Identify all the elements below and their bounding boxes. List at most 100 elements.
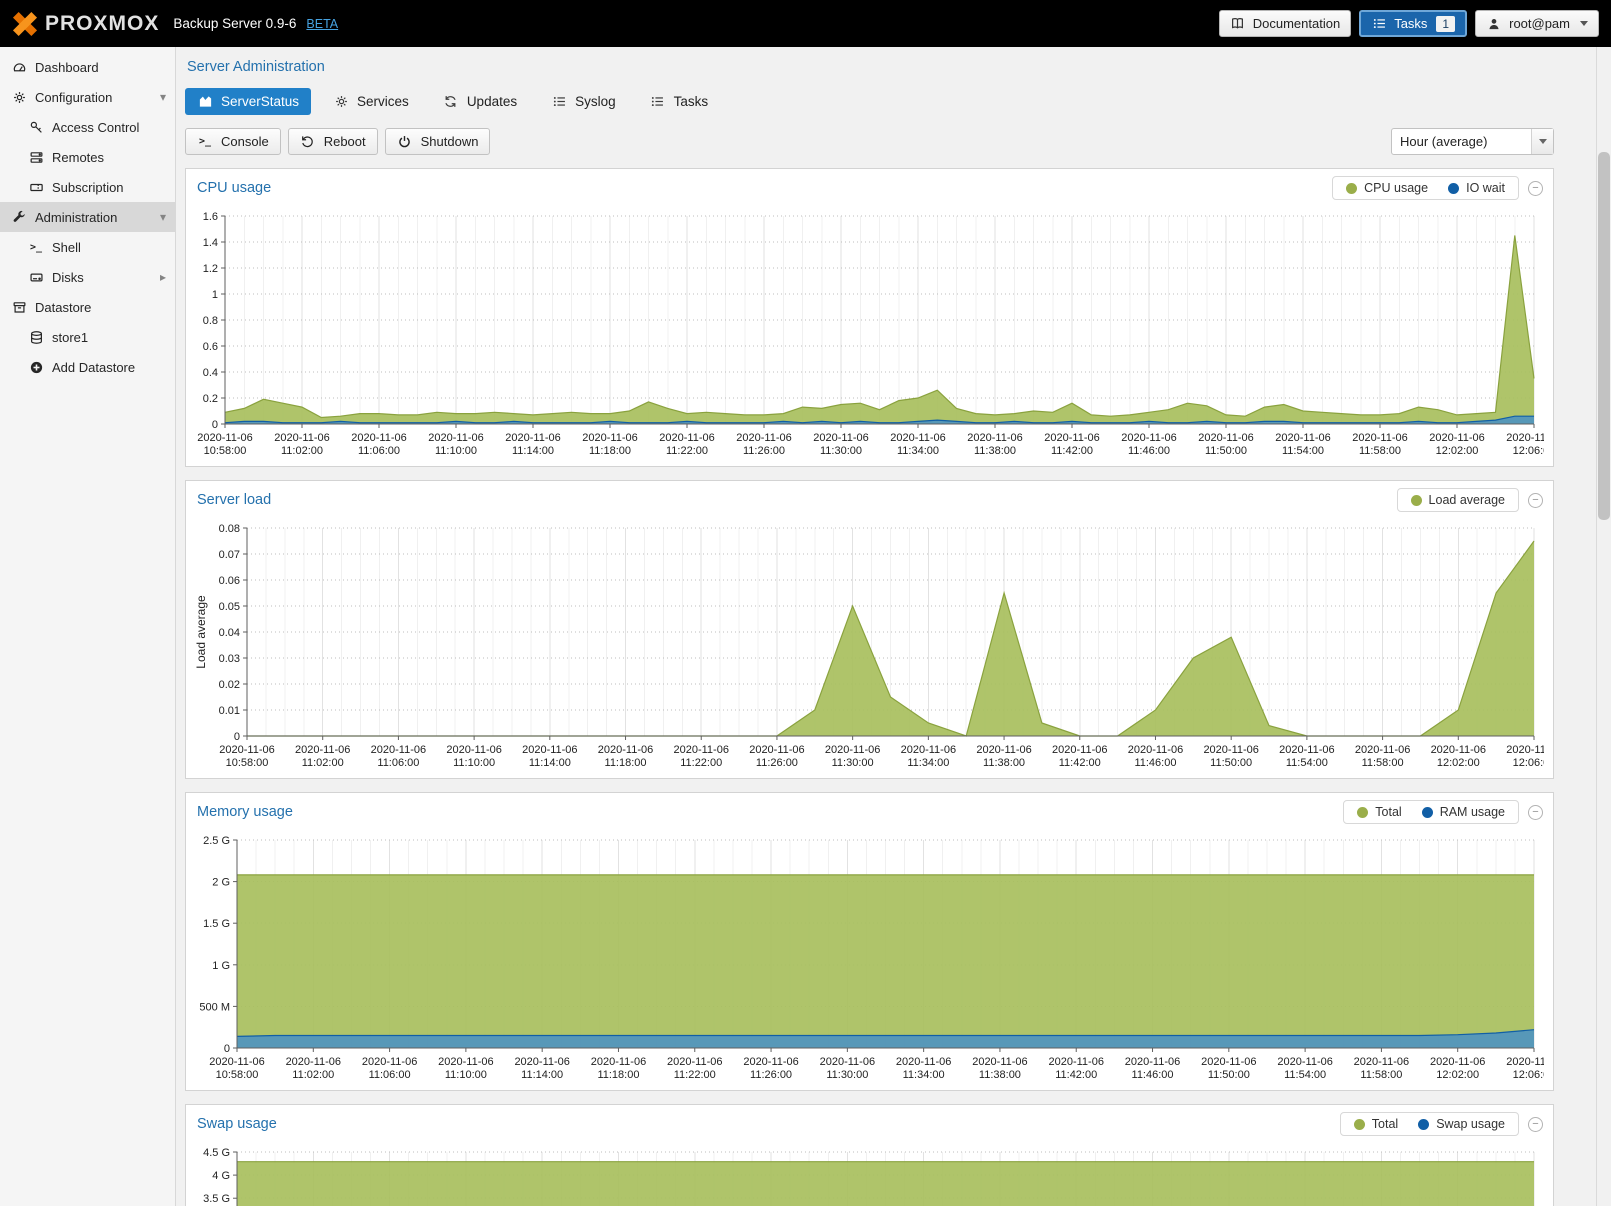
svg-text:11:46:00: 11:46:00	[1132, 1069, 1174, 1081]
panel-header: Server loadLoad average−	[186, 481, 1553, 518]
undo-icon	[300, 134, 316, 149]
terminal-icon: >_	[197, 136, 213, 147]
svg-text:11:18:00: 11:18:00	[605, 757, 647, 769]
svg-text:500 M: 500 M	[199, 1001, 230, 1013]
tab-serverstatus[interactable]: ServerStatus	[185, 88, 311, 115]
tab-tasks[interactable]: Tasks	[638, 88, 721, 115]
tasks-button[interactable]: Tasks 1	[1359, 10, 1467, 37]
svg-text:11:14:00: 11:14:00	[512, 445, 554, 457]
legend-item: Load average	[1411, 493, 1505, 507]
svg-text:11:50:00: 11:50:00	[1210, 757, 1252, 769]
sidebar-item-disks[interactable]: Disks▸	[0, 262, 175, 292]
panel-title: Swap usage	[197, 1116, 1340, 1132]
svg-text:2020-11-06: 2020-11-06	[438, 1056, 493, 1068]
collapse-icon[interactable]: −	[1528, 805, 1543, 820]
product-version: Backup Server 0.9-6	[173, 16, 296, 31]
console-button[interactable]: >_ Console	[185, 128, 281, 155]
sidebar-item-dashboard[interactable]: Dashboard	[0, 52, 175, 82]
svg-text:2.5 G: 2.5 G	[203, 835, 230, 847]
svg-text:1.6: 1.6	[203, 211, 218, 223]
combo-trigger-icon[interactable]	[1531, 129, 1553, 154]
shutdown-button[interactable]: Shutdown	[385, 128, 491, 155]
svg-text:12:02:00: 12:02:00	[1437, 757, 1480, 769]
svg-text:2020-11-06: 2020-11-06	[896, 1056, 951, 1068]
tab-syslog[interactable]: Syslog	[539, 88, 628, 115]
svg-text:2020-11-06: 2020-11-06	[674, 744, 729, 756]
timeframe-select[interactable]: Hour (average)	[1391, 128, 1554, 155]
chart-area: 0500 M1 G1.5 G2 G2.5 G3 G3.5 G4 G4.5 G20…	[186, 1142, 1553, 1206]
svg-text:11:18:00: 11:18:00	[597, 1069, 639, 1081]
sidebar-item-label: Administration	[35, 210, 117, 225]
svg-text:0.01: 0.01	[219, 705, 240, 717]
svg-text:11:10:00: 11:10:00	[435, 445, 477, 457]
legend-label: Total	[1375, 805, 1401, 819]
svg-text:2020-11-06: 2020-11-06	[522, 744, 577, 756]
documentation-button[interactable]: Documentation	[1219, 10, 1351, 37]
server-icon	[28, 150, 44, 165]
tab-label: Syslog	[575, 94, 616, 109]
legend-label: Total	[1372, 1117, 1398, 1131]
svg-text:2020-11-06: 2020-11-06	[890, 432, 945, 444]
svg-text:11:54:00: 11:54:00	[1284, 1069, 1326, 1081]
archive-icon	[11, 300, 27, 315]
panel-title: Memory usage	[197, 804, 1343, 820]
sidebar-item-shell[interactable]: >_Shell	[0, 232, 175, 262]
scrollbar-thumb[interactable]	[1598, 152, 1610, 520]
svg-text:1 G: 1 G	[212, 960, 230, 972]
beta-link[interactable]: BETA	[306, 17, 338, 31]
svg-text:11:02:00: 11:02:00	[302, 757, 344, 769]
svg-text:2020-11-06: 2020-11-06	[1506, 1056, 1544, 1068]
svg-text:2020-11-06: 2020-11-06	[820, 1056, 875, 1068]
chart-area: 00.20.40.60.811.21.41.62020-11-0610:58:0…	[186, 206, 1553, 466]
svg-text:0.08: 0.08	[219, 523, 240, 535]
svg-text:11:30:00: 11:30:00	[826, 1069, 868, 1081]
svg-text:2020-11-06: 2020-11-06	[1121, 432, 1176, 444]
sidebar-item-administration[interactable]: Administration▾	[0, 202, 175, 232]
sidebar-item-configuration[interactable]: Configuration▾	[0, 82, 175, 112]
svg-text:2020-11-06: 2020-11-06	[749, 744, 804, 756]
cpu-usage-panel: CPU usageCPU usageIO wait−00.20.40.60.81…	[185, 168, 1554, 467]
svg-text:11:34:00: 11:34:00	[903, 1069, 945, 1081]
legend-dot-icon	[1354, 1119, 1365, 1130]
panel-header: CPU usageCPU usageIO wait−	[186, 169, 1553, 206]
svg-text:2020-11-06: 2020-11-06	[362, 1056, 417, 1068]
proxmox-x-icon	[12, 11, 38, 37]
svg-text:0.04: 0.04	[219, 627, 240, 639]
tasks-badge: 1	[1436, 16, 1455, 32]
sidebar-item-remotes[interactable]: Remotes	[0, 142, 175, 172]
collapse-icon[interactable]: −	[1528, 1117, 1543, 1132]
svg-text:11:06:00: 11:06:00	[358, 445, 400, 457]
svg-text:2020-11-06: 2020-11-06	[1506, 744, 1544, 756]
sidebar-item-subscription[interactable]: Subscription	[0, 172, 175, 202]
svg-text:11:06:00: 11:06:00	[377, 757, 419, 769]
user-menu-button[interactable]: root@pam	[1475, 10, 1599, 37]
sidebar-item-store1[interactable]: store1	[0, 322, 175, 352]
svg-text:2020-11-06: 2020-11-06	[901, 744, 956, 756]
tab-services[interactable]: Services	[321, 88, 421, 115]
svg-text:2020-11-06: 2020-11-06	[1430, 1056, 1485, 1068]
svg-text:11:26:00: 11:26:00	[756, 757, 798, 769]
chart-area: 0500 M1 G1.5 G2 G2.5 G2020-11-0610:58:00…	[186, 830, 1553, 1090]
legend-label: IO wait	[1466, 181, 1505, 195]
svg-text:11:22:00: 11:22:00	[666, 445, 708, 457]
sidebar-item-add-datastore[interactable]: Add Datastore	[0, 352, 175, 382]
reboot-label: Reboot	[324, 134, 366, 149]
vertical-scrollbar[interactable]	[1596, 47, 1611, 1206]
svg-text:11:42:00: 11:42:00	[1055, 1069, 1097, 1081]
collapse-icon[interactable]: −	[1528, 181, 1543, 196]
brand-text: PROXMOX	[45, 12, 159, 36]
collapse-icon[interactable]: −	[1528, 493, 1543, 508]
tab-label: Tasks	[674, 94, 709, 109]
proxmox-logo: PROXMOX	[12, 11, 159, 37]
tab-updates[interactable]: Updates	[431, 88, 529, 115]
svg-text:11:10:00: 11:10:00	[445, 1069, 487, 1081]
sidebar-item-datastore[interactable]: Datastore	[0, 292, 175, 322]
svg-text:2020-11-06: 2020-11-06	[976, 744, 1031, 756]
svg-text:11:22:00: 11:22:00	[680, 757, 722, 769]
svg-text:10:58:00: 10:58:00	[204, 445, 247, 457]
svg-text:0.8: 0.8	[203, 315, 218, 327]
toolbar: >_ Console Reboot Shutdown Hour (average…	[185, 128, 1554, 155]
reboot-button[interactable]: Reboot	[288, 128, 378, 155]
svg-text:11:34:00: 11:34:00	[897, 445, 939, 457]
sidebar-item-access-control[interactable]: Access Control	[0, 112, 175, 142]
